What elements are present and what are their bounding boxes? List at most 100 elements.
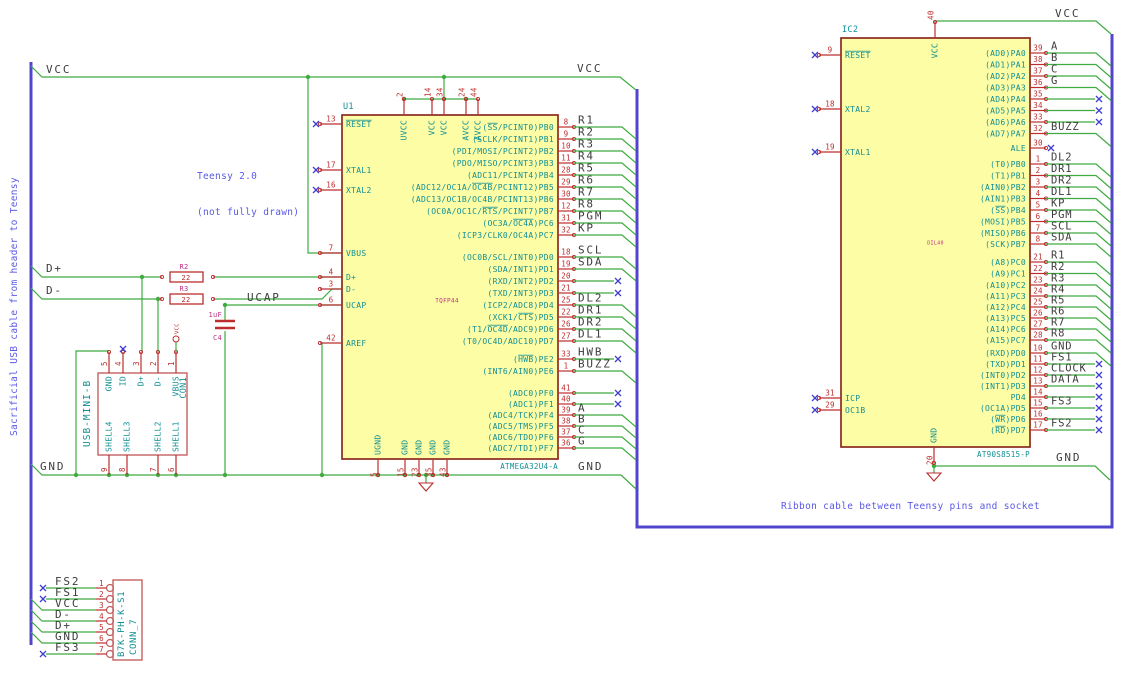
pin-number: 5 — [1036, 201, 1041, 210]
pin-number: 44 — [470, 87, 479, 97]
no-connect-icon — [1095, 382, 1103, 390]
net-label: SDA — [578, 256, 603, 269]
pin-number: 19 — [561, 260, 571, 269]
pin-name: XTAL1 — [346, 166, 372, 175]
pin-number: 35 — [1033, 90, 1043, 99]
vcc-symbol-icon — [172, 335, 180, 343]
pin-number: 30 — [561, 190, 571, 199]
pin-number: 15 — [1033, 399, 1043, 408]
pin-name: (AIN0)PB2 — [980, 183, 1026, 192]
net-label: A — [1051, 41, 1058, 53]
pin-name: GND — [930, 428, 939, 443]
component-value: B7K-PH-K-S1 — [117, 591, 127, 657]
pin-name: (SS)PB4 — [990, 206, 1026, 215]
pin-name: GND — [443, 440, 452, 455]
no-connect-icon — [614, 355, 622, 363]
pin-number: 40 — [927, 10, 936, 20]
pin-name: (A11)PC3 — [985, 292, 1026, 301]
pin-name: VCC — [428, 120, 437, 135]
wire — [30, 65, 637, 91]
wire — [574, 447, 637, 461]
pin-name: SHELL1 — [172, 421, 181, 452]
net-label: KP — [578, 222, 595, 235]
pin-name: (T1)PB1 — [990, 171, 1026, 180]
pin-name: (OC0A/OC1C/RTS/PCINT7)PB7 — [426, 207, 554, 216]
pin-name: (ADC6/TDO)PF6 — [487, 433, 554, 442]
no-connect-icon — [1095, 118, 1103, 126]
pin-number: 36 — [1033, 78, 1043, 87]
pin-name: (ADC11/PCINT4)PB4 — [467, 171, 554, 180]
pin-name: SHELL3 — [123, 421, 132, 452]
pin-number: 33 — [1033, 113, 1043, 122]
pin-number: 36 — [561, 439, 571, 448]
component-ref: C4 — [213, 334, 222, 342]
component-ref: CON1 — [179, 377, 189, 399]
pin-name: (MISO)PB6 — [980, 229, 1026, 238]
pin-number: 32 — [561, 226, 571, 235]
pin-number: 39 — [561, 406, 571, 415]
component-ref: R2 — [179, 263, 188, 271]
pin-name: AREF — [346, 339, 366, 348]
pin-number: 6 — [99, 634, 104, 643]
pin-name: (SS/PCINT0)PB0 — [482, 123, 554, 132]
pin-number: 4 — [99, 612, 104, 621]
pin-number: 25 — [1033, 298, 1043, 307]
junction-dot — [305, 74, 311, 80]
no-connect-icon — [39, 650, 47, 658]
pin-number: 4 — [114, 361, 123, 366]
pin-name: (XCK1/CTS)PD5 — [487, 313, 554, 322]
pin-number: 7 — [99, 645, 104, 654]
net-label: GND — [40, 460, 65, 473]
pin-number: 29 — [825, 401, 835, 410]
pin-name: (AD4)PA4 — [985, 95, 1026, 104]
pin-number: 2 — [396, 92, 405, 97]
note-teensy: Teensy 2.0 (not fully drawn) — [197, 147, 299, 243]
pin-name: (AD3)PA3 — [985, 83, 1026, 92]
net-label: G — [578, 435, 586, 448]
pin-number: 18 — [561, 248, 571, 257]
pin-name: (WR)PD6 — [990, 415, 1026, 424]
net-label: B — [1051, 52, 1058, 64]
note-sacrificial-cable: Sacrificial USB cable from header to Tee… — [9, 177, 20, 436]
pin-number: 16 — [1033, 410, 1043, 419]
pin-number: 42 — [326, 334, 336, 343]
pin-number: 13 — [326, 115, 336, 124]
pin-number: 1 — [99, 579, 104, 588]
pin-name: (A14)PC6 — [985, 325, 1026, 334]
pin-number: 9 — [100, 467, 109, 472]
pin-number: 3 — [1036, 178, 1041, 187]
pin-number: 1 — [564, 362, 569, 371]
pin-name: OC1B — [845, 406, 865, 415]
pin-name: (INT0)PD2 — [980, 371, 1026, 380]
pin-name: (RXD/INT2)PD2 — [487, 277, 554, 286]
net-label: KP — [1051, 198, 1065, 210]
pin-number: 1 — [167, 361, 176, 366]
component-ref: U1 — [343, 102, 354, 112]
component-value: 22 — [181, 296, 190, 304]
pin-name: (TXD/INT3)PD3 — [487, 289, 554, 298]
pin-number: 10 — [1033, 344, 1043, 353]
no-connect-icon — [1047, 144, 1055, 152]
pin-number: 28 — [1033, 331, 1043, 340]
pin-number: 23 — [1033, 276, 1043, 285]
pin-name: XTAL1 — [845, 148, 871, 157]
pin-name: (ADC5/TMS)PF5 — [487, 422, 554, 431]
pin-name: D- — [154, 376, 163, 386]
pin-number: 7 — [149, 467, 158, 472]
pin-name: (T0/OC4D/ADC10)PD7 — [462, 337, 554, 346]
vcc-symbol-label: VCC — [175, 323, 181, 334]
note-ribbon-cable: Ribbon cable between Teensy pins and soc… — [781, 501, 1040, 512]
pin-number: 11 — [561, 154, 571, 163]
pin-name: D+ — [346, 273, 356, 282]
pin-number: 21 — [1033, 253, 1043, 262]
pin-name: (AD1)PA1 — [985, 60, 1026, 69]
pin-number: 5 — [370, 472, 379, 477]
pin-name: PD4 — [1011, 393, 1026, 402]
pin-number: 6 — [167, 467, 176, 472]
pin-name: (INT1)PD3 — [980, 382, 1026, 391]
pin-number: 39 — [1033, 44, 1043, 53]
no-connect-icon — [614, 389, 622, 397]
pin-name: (ADC4/TCK)PF4 — [487, 411, 554, 420]
pin-number: 4 — [1036, 189, 1041, 198]
net-label: R2 — [1051, 261, 1065, 273]
